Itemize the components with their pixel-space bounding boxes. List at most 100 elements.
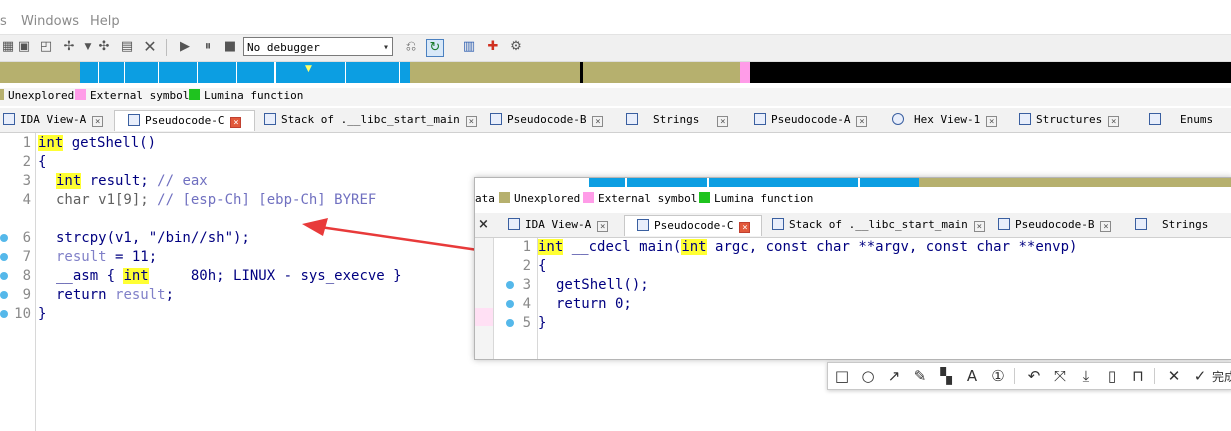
undo-icon[interactable]: ↶ (1024, 366, 1044, 386)
tab-structures[interactable]: Structures × (1019, 110, 1129, 130)
close-icon[interactable]: × (465, 116, 477, 127)
breakpoint-dot[interactable] (506, 300, 514, 308)
play-icon[interactable]: ▶ (177, 39, 193, 55)
toolbar-separator (166, 39, 167, 56)
breakpoint-dot[interactable] (506, 281, 514, 289)
pseudocode-icon (754, 113, 766, 125)
struct-icon[interactable]: ✣ (96, 39, 112, 55)
close-icon[interactable]: × (592, 116, 604, 127)
close-icon[interactable]: × (739, 222, 751, 233)
tab-pseudocode-b[interactable]: Pseudocode-B × (490, 110, 610, 130)
segment-star-icon[interactable]: ◰ (38, 39, 54, 55)
pen-icon[interactable]: ✎ (910, 366, 930, 386)
popup-tab-bar: × IDA View-A × Pseudocode-C × Stack of .__… (475, 213, 1231, 238)
debug-attach-icon[interactable]: ⎌ (403, 39, 419, 55)
line-number: 1 (22, 135, 31, 151)
popup-code-line-3: getShell(); (556, 277, 649, 293)
navigation-band[interactable]: ▼ (0, 62, 1231, 83)
popup-tab-ida-view-a[interactable]: IDA View-A × (508, 215, 616, 235)
debug-run-icon[interactable]: ↻ (426, 39, 444, 57)
mosaic-icon[interactable]: ▚ (936, 366, 956, 386)
edit-segment-icon[interactable]: ▤ (119, 39, 135, 55)
tab-pseudocode-c[interactable]: Pseudocode-C × (114, 110, 255, 131)
stop-icon[interactable]: ■ (222, 39, 238, 55)
popup-code-line-4: return 0; (556, 296, 632, 312)
popup-tab-pseudocode-c[interactable]: Pseudocode-C × (624, 215, 762, 236)
breakpoint-icon[interactable]: ⚙ (508, 39, 524, 55)
popup-tab-stack[interactable]: Stack of .__libc_start_main × (772, 215, 985, 235)
popup-code-line-1: int __cdecl main(int argc, const char **… (538, 239, 1078, 255)
line-number: 3 (22, 173, 31, 189)
code-line-4: char v1[9]; // [esp-Ch] [ebp-Ch] BYREF (56, 192, 377, 208)
nav-position-arrow: ▼ (305, 64, 312, 74)
line-number: 4 (22, 192, 31, 208)
popup-tab-strings[interactable]: Strings (1135, 215, 1231, 235)
rectangle-icon[interactable]: □ (832, 366, 852, 386)
close-icon[interactable]: × (986, 116, 998, 127)
arrow-icon[interactable]: ↗ (884, 366, 904, 386)
tab-pseudocode-a[interactable]: Pseudocode-A × (754, 110, 874, 130)
popup-tab-pseudocode-b[interactable]: Pseudocode-B × (998, 215, 1118, 235)
confirm-icon[interactable]: ✓ (1190, 366, 1210, 386)
popup-code-line-2: { (538, 258, 547, 274)
close-icon[interactable]: × (1100, 221, 1112, 232)
line-number: 10 (14, 306, 31, 322)
menu-item-windows[interactable]: Windows (21, 14, 79, 29)
menu-item-edit[interactable]: s (0, 14, 7, 29)
line-number: 7 (22, 249, 31, 265)
breakpoint-dot[interactable] (506, 319, 514, 327)
hex-view-icon (892, 113, 904, 125)
debugger-select[interactable]: No debugger ▾ (243, 37, 393, 56)
tab-hex-view-1[interactable]: Hex View-1 × (892, 110, 1002, 130)
code-line-10: } (38, 306, 47, 322)
pause-icon[interactable]: ⏸ (200, 39, 216, 55)
breakpoint-dot[interactable] (0, 272, 8, 280)
breakpoint-dot[interactable] (0, 310, 8, 318)
breakpoint-dot[interactable] (0, 253, 8, 261)
close-icon[interactable]: × (478, 217, 489, 232)
cancel-icon[interactable]: ✕ (1164, 366, 1184, 386)
download-icon[interactable]: ⤓ (1076, 366, 1096, 386)
pin-icon[interactable]: ⤧ (1050, 366, 1070, 386)
popup-pseudocode-editor[interactable]: 1 2 3 4 5 int __cdecl main(int argc, con… (475, 238, 1231, 359)
close-icon[interactable]: × (597, 221, 609, 232)
menu-bar: s Windows Help (0, 0, 1231, 35)
stack-icon (264, 113, 276, 125)
tab-strings[interactable]: Strings × (626, 110, 734, 130)
breakpoint-dot[interactable] (0, 234, 8, 242)
breakpoint-dot[interactable] (0, 291, 8, 299)
popup-navigation-band[interactable] (475, 178, 1231, 187)
code-line-9: return result; (56, 287, 175, 303)
popup-legend: ata Unexplored External symbol Lumina fu… (475, 192, 814, 205)
legend: Unexplored External symbol Lumina functi… (0, 88, 1231, 106)
close-icon[interactable]: × (92, 116, 104, 127)
done-label[interactable]: 完成 (1212, 368, 1231, 385)
new-segment-icon[interactable]: ▦ (0, 39, 16, 55)
close-icon[interactable]: × (856, 116, 868, 127)
legend-unexplored: Unexplored (8, 89, 75, 102)
plugin-icon[interactable]: ✚ (485, 39, 501, 55)
tab-stack-libc-start-main[interactable]: Stack of .__libc_start_main × (264, 110, 477, 130)
text-icon[interactable]: A (962, 366, 982, 386)
copy-icon[interactable]: ▯ (1102, 366, 1122, 386)
close-segment-icon[interactable]: ✕ (142, 39, 158, 55)
number-icon[interactable]: ① (988, 366, 1008, 386)
tab-enums[interactable]: Enums (1149, 110, 1231, 130)
bookmark-icon[interactable]: ⊓ (1128, 366, 1148, 386)
segment-plus-icon[interactable]: ▣ (16, 39, 32, 55)
close-icon[interactable]: × (973, 221, 985, 232)
close-icon[interactable]: × (230, 117, 242, 128)
ida-segment-icon[interactable]: ✢ (61, 39, 77, 55)
close-icon[interactable]: × (717, 116, 729, 127)
chevron-down-icon: ▾ (382, 42, 389, 53)
circle-icon[interactable]: ○ (858, 366, 878, 386)
chevron-down-icon[interactable]: ▼ (80, 39, 96, 55)
tab-ida-view-a[interactable]: IDA View-A × (0, 110, 111, 130)
enums-icon (1149, 113, 1161, 125)
code-line-8: __asm { int 80h; LINUX - sys_execve } (56, 268, 402, 284)
line-number: 8 (22, 268, 31, 284)
menu-item-help[interactable]: Help (90, 14, 120, 29)
code-line-7: result = 11; (56, 249, 158, 265)
graph-icon[interactable]: ▥ (461, 39, 477, 55)
close-icon[interactable]: × (1108, 116, 1120, 127)
